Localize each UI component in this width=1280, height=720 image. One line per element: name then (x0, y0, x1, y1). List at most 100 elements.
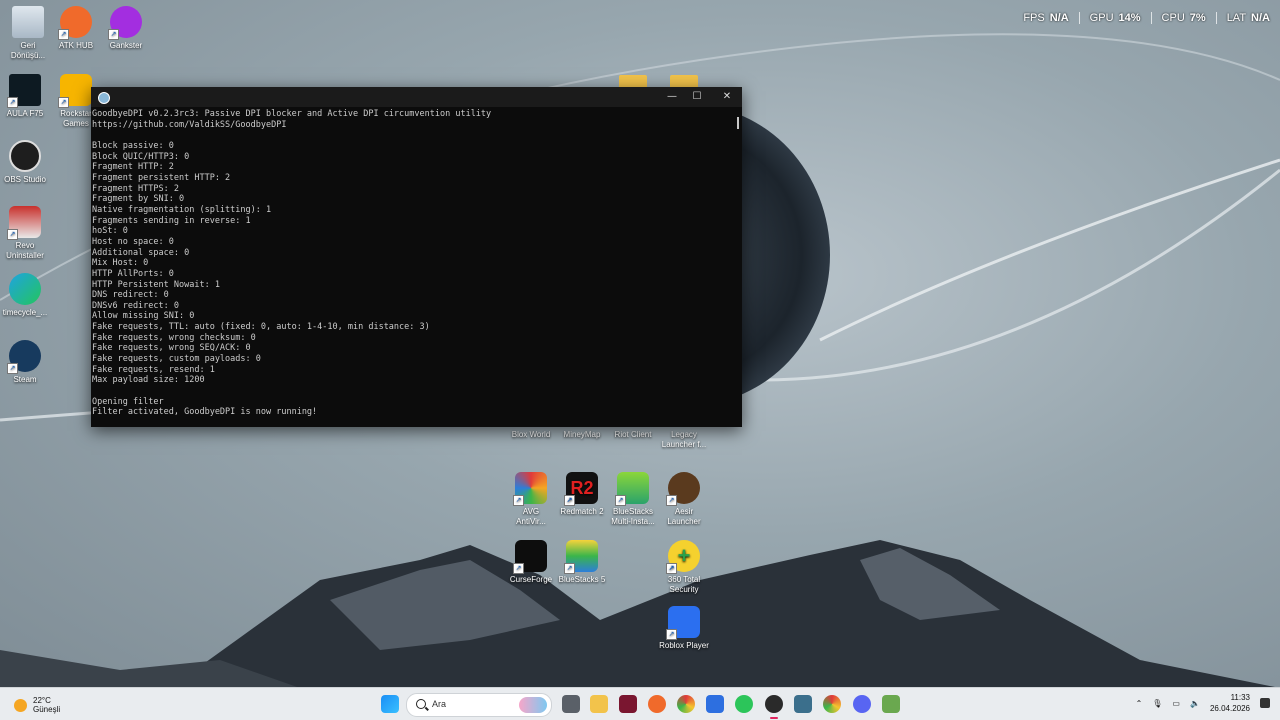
rockstar-icon: ↗ (58, 74, 92, 108)
notification-icon[interactable] (1260, 698, 1270, 708)
terminal-app-icon (98, 92, 110, 104)
desktop-icon-bluestacks-5[interactable]: ↗ BlueStacks 5 (554, 540, 610, 585)
desktop-icon-roblox-player[interactable]: ↗ Roblox Player (656, 606, 712, 651)
atk-hub-taskbar-icon[interactable] (648, 695, 666, 713)
file-explorer-icon[interactable] (590, 695, 608, 713)
app-icon[interactable] (706, 695, 724, 713)
desktop-icon-aesir-launcher[interactable]: ↗ Aesir Launcher (656, 472, 712, 527)
desktop-icon-bluestacks-multi[interactable]: ↗ BlueStacks Multi-Insta... (605, 472, 661, 527)
terminal-line: HTTP Persistent Nowait: 1 (92, 279, 220, 290)
terminal-line: Block QUIC/HTTP3: 0 (92, 151, 190, 162)
roblox-icon: ↗ (666, 606, 700, 640)
goodbyedpi-terminal-window[interactable]: — ☐ ✕ GoodbyeDPI v0.2.3rc3: Passive DPI … (91, 87, 742, 427)
weather-temperature: 22°C (33, 696, 51, 705)
start-menu-icon[interactable] (381, 695, 399, 713)
terminal-line: Fragment persistent HTTP: 2 (92, 172, 231, 183)
gpu-readout: GPU 14% (1089, 12, 1141, 24)
fps-readout: FPS N/A (1023, 12, 1069, 24)
atk-hub-icon: ↗ (58, 6, 92, 40)
clock-time: 11:33 (1230, 693, 1250, 702)
terminal-line: DNS redirect: 0 (92, 290, 169, 301)
task-view-icon[interactable] (562, 695, 580, 713)
terminal-line: Native fragmentation (splitting): 1 (92, 204, 272, 215)
terminal-line: Fragment HTTP: 2 (92, 162, 174, 173)
recycle-bin-icon (12, 6, 44, 38)
curseforge-icon: ↗ (513, 540, 547, 574)
bluestacks-icon: ↗ (564, 540, 598, 574)
goodbyedpi-taskbar-icon[interactable] (765, 695, 783, 713)
lat-readout: LAT N/A (1226, 12, 1270, 24)
folder-icon[interactable] (670, 75, 698, 87)
chrome-icon[interactable] (677, 695, 695, 713)
system-tray: ⌃ 🎙 ▭ 🔈 11:33 26.04.2026 (1136, 692, 1270, 714)
desktop-icon-revo[interactable]: ↗ Revo Uninstaller (0, 206, 53, 261)
terminal-line: Allow missing SNI: 0 (92, 311, 195, 322)
terminal-line: Additional space: 0 (92, 247, 190, 258)
desktop-icon-obs[interactable]: OBS Studio (0, 140, 53, 185)
terminal-line: Fake requests, custom payloads: 0 (92, 354, 261, 365)
search-box[interactable]: Ara (406, 693, 552, 717)
terminal-scrollbar[interactable] (737, 117, 739, 129)
terminal-line: Max payload size: 1200 (92, 375, 205, 386)
discord-icon[interactable] (853, 695, 871, 713)
desktop-icon-360-total-security[interactable]: + ↗ 360 Total Security (656, 540, 712, 595)
whatsapp-icon[interactable] (735, 695, 753, 713)
desktop-icon-steam[interactable]: ↗ Steam (0, 340, 53, 385)
terminal-line: Fake requests, TTL: auto (fixed: 0, auto… (92, 322, 430, 333)
terminal-line: Fragment by SNI: 0 (92, 194, 185, 205)
weather-widget[interactable]: 22°C Güneşli (14, 696, 60, 714)
search-placeholder: Ara (432, 699, 447, 709)
minecraft-icon[interactable] (882, 695, 900, 713)
desktop-icon-aula-f75[interactable]: ↗ AULA F75 (0, 74, 53, 119)
terminal-line: Fragments sending in reverse: 1 (92, 215, 251, 226)
desktop-icon-curseforge[interactable]: ↗ CurseForge (503, 540, 559, 585)
desktop-icon-gankster[interactable]: ↗ Gankster (98, 6, 154, 51)
terminal-titlebar[interactable]: — ☐ ✕ (91, 87, 742, 107)
aula-icon: ↗ (7, 74, 41, 108)
volume-icon[interactable]: 🔈 (1190, 699, 1200, 708)
bluestacks-multi-icon: ↗ (615, 472, 649, 506)
terminal-line: Filter activated, GoodbyeDPI is now runn… (92, 407, 318, 418)
microphone-icon[interactable]: 🎙 (1152, 699, 1162, 708)
desktop-icon-avg-antivirus[interactable]: ↗ AVG AntiVir... (503, 472, 559, 527)
chevron-up-icon[interactable]: ⌃ (1136, 699, 1143, 708)
network-icon[interactable]: ▭ (1172, 699, 1180, 708)
chrome-icon[interactable] (823, 695, 841, 713)
desktop-icon-redmatch-2[interactable]: R2 ↗ Redmatch 2 (554, 472, 610, 517)
sun-icon (14, 698, 27, 712)
terminal-line: Fake requests, resend: 1 (92, 364, 215, 375)
folder-icon[interactable] (619, 75, 647, 87)
gankster-icon: ↗ (108, 6, 142, 40)
terminal-line: Opening filter (92, 396, 164, 407)
terminal-line: https://github.com/ValdikSS/GoodbyeDPI (92, 119, 287, 130)
desktop-icon-atk-hub[interactable]: ↗ ATK HUB (48, 6, 104, 51)
maximize-button[interactable]: ☐ (682, 89, 712, 105)
search-icon (416, 699, 426, 709)
steam-icon: ↗ (7, 340, 41, 374)
performance-overlay: FPS N/A GPU 14% CPU 7% LAT N/A (1023, 12, 1270, 24)
redmatch-icon: R2 ↗ (564, 472, 598, 506)
app-icon[interactable] (794, 695, 812, 713)
clock[interactable]: 11:33 26.04.2026 (1210, 692, 1250, 714)
terminal-line: Block passive: 0 (92, 140, 174, 151)
weather-condition: Güneşli (33, 705, 61, 714)
active-app-indicator (770, 717, 778, 719)
terminal-line: GoodbyeDPI v0.2.3rc3: Passive DPI blocke… (92, 109, 492, 119)
terminal-line: Fake requests, wrong checksum: 0 (92, 332, 256, 343)
terminal-line: Mix Host: 0 (92, 258, 149, 269)
revo-uninstaller-icon: ↗ (7, 206, 41, 240)
close-button[interactable]: ✕ (712, 89, 742, 105)
taskbar: 22°C Güneşli Ara ⌃ 🎙 ▭ 🔈 11:33 26.04.202… (0, 687, 1280, 720)
edge-icon (9, 273, 41, 305)
desktop-icon-timecycle[interactable]: timecycle_... (0, 273, 53, 318)
terminal-line: DNSv6 redirect: 0 (92, 300, 179, 311)
aesir-icon: ↗ (666, 472, 700, 506)
clock-date: 26.04.2026 (1209, 704, 1250, 713)
obs-icon (9, 140, 41, 172)
terminal-line: Fragment HTTPS: 2 (92, 183, 179, 194)
terminal-line: Host no space: 0 (92, 236, 174, 247)
app-icon[interactable] (619, 695, 637, 713)
cpu-readout: CPU 7% (1161, 12, 1206, 24)
